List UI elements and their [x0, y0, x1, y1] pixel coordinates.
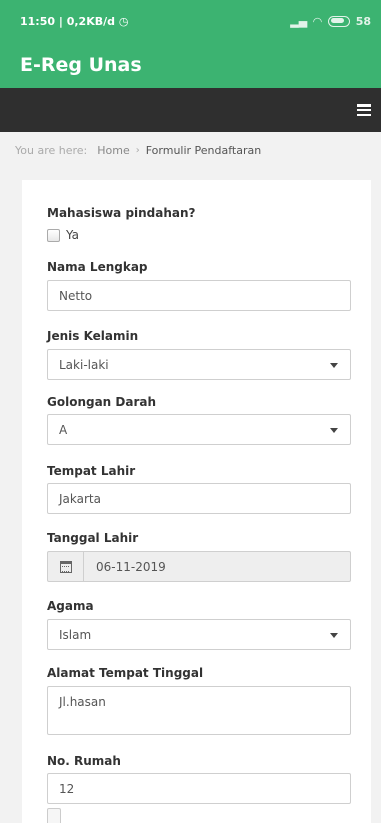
navbar: [0, 88, 381, 132]
calendar-icon[interactable]: [48, 552, 84, 581]
breadcrumb-current: Formulir Pendaftaran: [145, 143, 262, 157]
address-textarea[interactable]: Jl.hasan: [47, 686, 351, 735]
birthplace-input[interactable]: Jakarta: [47, 483, 351, 514]
house-number-input[interactable]: 12: [47, 773, 351, 804]
house-number-label: No. Rumah: [47, 754, 121, 768]
blood-type-select[interactable]: A: [47, 414, 351, 445]
transfer-checkbox[interactable]: [47, 228, 60, 242]
breadcrumb-prefix: You are here:: [15, 143, 88, 157]
transfer-label: Mahasiswa pindahan?: [47, 206, 196, 220]
address-label: Alamat Tempat Tinggal: [47, 666, 204, 680]
breadcrumb: You are here: Home › Formulir Pendaftara…: [0, 132, 381, 168]
breadcrumb-home-link[interactable]: Home: [97, 144, 129, 157]
partial-checkbox[interactable]: [47, 808, 61, 823]
status-bar: 11:50 | 0,2KB/d ◷ ▂▄ ◠ 58: [0, 0, 381, 42]
app-title: E-Reg Unas: [20, 54, 142, 76]
gender-select[interactable]: Laki-laki: [47, 349, 351, 380]
battery-icon: [327, 15, 350, 27]
battery-level: 58: [355, 14, 371, 28]
religion-label: Agama: [47, 599, 94, 613]
name-input[interactable]: Netto: [47, 280, 351, 311]
birthdate-field[interactable]: 06-11-2019: [47, 551, 351, 582]
birthdate-input: 06-11-2019: [96, 559, 166, 574]
religion-select[interactable]: Islam: [47, 619, 351, 650]
status-time: 11:50: [20, 14, 56, 28]
status-speed: 0,2KB/d: [66, 14, 116, 28]
app-bar: E-Reg Unas: [0, 42, 381, 88]
blood-type-label: Golongan Darah: [47, 395, 157, 409]
status-left: 11:50 | 0,2KB/d ◷: [20, 14, 129, 28]
alarm-icon: ◷: [118, 14, 129, 28]
name-label: Nama Lengkap: [47, 260, 148, 274]
transfer-option[interactable]: Ya: [47, 228, 79, 242]
birthdate-label: Tanggal Lahir: [47, 531, 139, 545]
gender-label: Jenis Kelamin: [47, 329, 139, 343]
signal-icon: ▂▄: [290, 14, 308, 28]
registration-form: Mahasiswa pindahan? Ya Nama Lengkap Nett…: [22, 180, 371, 823]
hamburger-icon[interactable]: [357, 104, 371, 116]
status-right: ▂▄ ◠ 58: [290, 15, 371, 28]
wifi-icon: ◠: [313, 14, 322, 28]
birthplace-label: Tempat Lahir: [47, 464, 136, 478]
transfer-option-label: Ya: [66, 228, 80, 242]
breadcrumb-separator: ›: [135, 144, 140, 156]
